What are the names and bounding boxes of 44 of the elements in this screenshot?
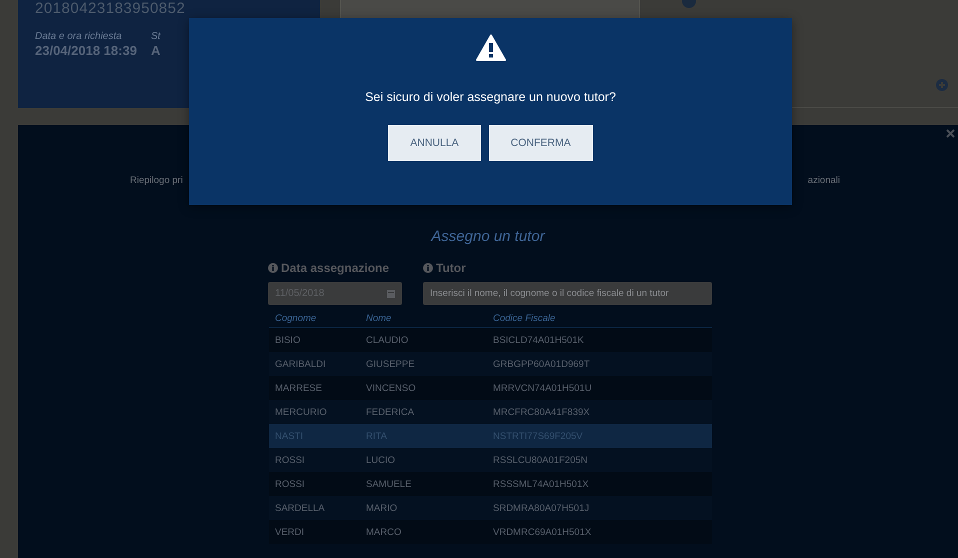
close-icon[interactable]	[946, 129, 955, 138]
table-cell: GARIBALDI	[269, 352, 360, 376]
table-cell: VINCENSO	[360, 376, 487, 400]
table-cell: SRDMRA80A07H501J	[487, 496, 712, 520]
field-label: Data e ora richiesta	[35, 31, 123, 42]
table-cell: VRDMRC69A01H501X	[487, 520, 712, 544]
section-link[interactable]: azionali	[808, 175, 840, 186]
field-label: Data assegnazione	[281, 261, 390, 275]
table-cell: BISIO	[269, 328, 360, 352]
confirm-button[interactable]: CONFERMA	[488, 125, 593, 161]
table-cell: RSSSML74A01H501X	[487, 472, 712, 496]
field-value: 23/04/2018 18:39	[35, 43, 137, 58]
table-cell: MRRVCN74A01H501U	[487, 376, 712, 400]
table-cell: RSSLCU80A01F205N	[487, 448, 712, 472]
tutor-search-field[interactable]: Inserisci il nome, il cognome o il codice fiscale di un tutor	[423, 282, 712, 305]
table-cell: SARDELLA	[269, 496, 360, 520]
info-icon	[423, 263, 433, 273]
table-cell: LUCIO	[360, 448, 487, 472]
dialog-message: Sei sicuro di voler assegnare un nuovo tutor?	[365, 90, 616, 104]
table-cell: MARCO	[360, 520, 487, 544]
request-id: 20180423183950852	[35, 1, 186, 17]
field-label: Tutor	[436, 261, 466, 275]
calendar-icon[interactable]	[387, 289, 395, 298]
table-cell: ROSSI	[269, 448, 360, 472]
table-cell: SAMUELE	[360, 472, 487, 496]
section-link[interactable]: Riepilogo pri	[130, 175, 183, 186]
table-cell: CLAUDIO	[360, 328, 487, 352]
section-title: Assegno un tutor	[430, 228, 546, 245]
add-icon[interactable]	[936, 79, 948, 91]
table-cell: FEDERICA	[360, 400, 487, 424]
table-cell: BSICLD74A01H501K	[487, 328, 712, 352]
field-label: St	[150, 31, 160, 42]
table-cell: MARRESE	[269, 376, 360, 400]
cancel-button[interactable]: ANNULLA	[388, 125, 481, 161]
table-cell: MRCFRC80A41F839X	[487, 400, 712, 424]
info-icon	[268, 263, 278, 273]
table-cell: MARIO	[360, 496, 487, 520]
table-cell: MERCURIO	[269, 400, 360, 424]
table-cell: GRBGPP60A01D969T	[487, 352, 712, 376]
table-cell: VERDI	[269, 520, 360, 544]
table-cell: GIUSEPPE	[360, 352, 487, 376]
table-cell: ROSSI	[269, 472, 360, 496]
field-value: A	[150, 43, 160, 58]
warning-icon	[476, 34, 506, 61]
